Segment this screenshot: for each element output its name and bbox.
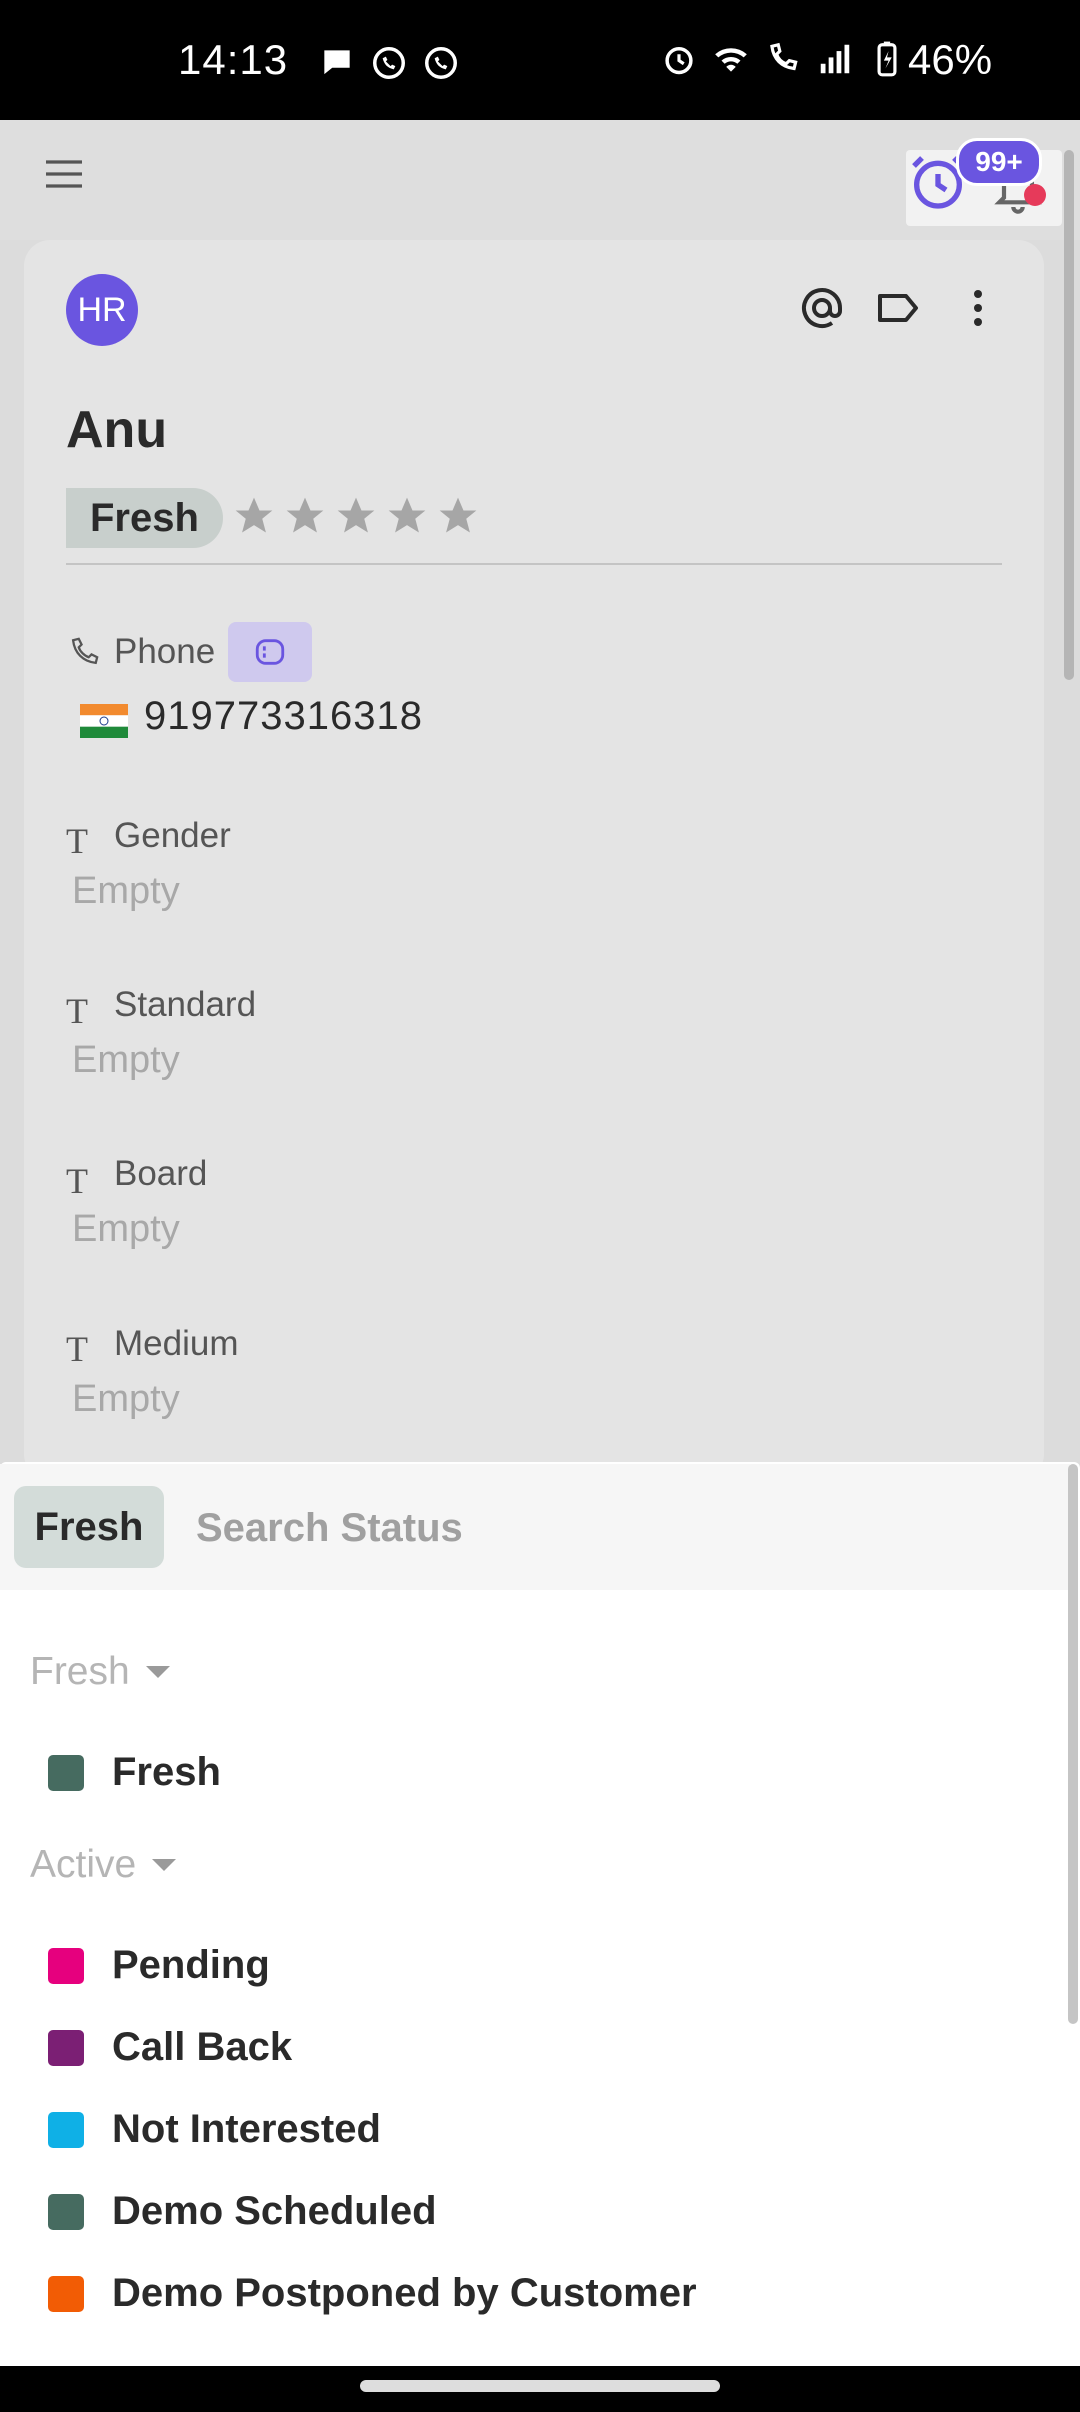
- phone-type-chip[interactable]: [228, 622, 312, 682]
- status-option-label: Demo Postponed by Customer: [112, 2271, 697, 2315]
- color-swatch: [48, 1754, 84, 1791]
- star-icon[interactable]: [385, 494, 429, 538]
- field-value-medium[interactable]: Empty: [72, 1378, 180, 1421]
- color-swatch: [48, 2275, 84, 2312]
- battery-level: 46%: [908, 36, 993, 83]
- status-option-label: Demo Scheduled: [112, 2189, 437, 2233]
- color-swatch: [48, 2193, 84, 2230]
- home-gesture-handle[interactable]: [360, 2380, 720, 2392]
- rating-stars[interactable]: [232, 494, 480, 538]
- wifi-icon: [715, 48, 747, 72]
- text-field-icon: T: [66, 1161, 88, 1201]
- contact-name: Anu: [66, 401, 168, 459]
- hamburger-menu-icon[interactable]: [40, 150, 88, 198]
- selected-status-chip[interactable]: Fresh: [14, 1486, 164, 1568]
- call-icon: [770, 42, 798, 71]
- color-swatch: [48, 2111, 84, 2148]
- caret-down-icon: [145, 1666, 170, 1678]
- status-option-label: Pending: [112, 1943, 270, 1987]
- phone-label: Phone: [114, 632, 216, 671]
- status-option[interactable]: Demo Scheduled: [48, 2189, 437, 2234]
- whatsapp-icon: [373, 47, 405, 79]
- text-field-icon: T: [66, 1329, 88, 1369]
- notification-count-badge: 99+: [956, 138, 1042, 186]
- field-label-standard: Standard: [114, 985, 257, 1024]
- battery-charging-icon: [877, 41, 897, 77]
- star-icon[interactable]: [334, 494, 378, 538]
- tag-icon[interactable]: [874, 284, 922, 332]
- id-card-icon: [255, 639, 285, 665]
- status-option[interactable]: Demo Postponed by Customer: [48, 2271, 697, 2316]
- group-header-active[interactable]: Active: [30, 1843, 177, 1887]
- sheet-scrollbar[interactable]: [1068, 1464, 1078, 2024]
- alarm-icon: [665, 46, 693, 75]
- signal-icon: [820, 44, 850, 74]
- field-value-gender[interactable]: Empty: [72, 870, 180, 913]
- star-icon[interactable]: [436, 494, 480, 538]
- group-header-fresh[interactable]: Fresh: [30, 1650, 170, 1694]
- text-field-icon: T: [66, 821, 88, 861]
- divider: [66, 563, 1002, 565]
- status-bar: 14:13 46%: [0, 0, 1080, 120]
- field-label-gender: Gender: [114, 816, 231, 855]
- mention-icon[interactable]: [798, 284, 846, 332]
- phone-number[interactable]: 919773316318: [144, 694, 423, 739]
- caret-down-icon: [152, 1859, 177, 1871]
- status-option-label: Call Back: [112, 2025, 293, 2069]
- voip-icon: [425, 47, 457, 79]
- field-value-board[interactable]: Empty: [72, 1208, 180, 1251]
- status-search-input[interactable]: [194, 1494, 1038, 1562]
- clock: 14:13: [178, 36, 289, 83]
- group-name: Fresh: [30, 1650, 130, 1693]
- text-field-icon: T: [66, 991, 88, 1031]
- field-label-medium: Medium: [114, 1324, 239, 1363]
- star-icon[interactable]: [283, 494, 327, 538]
- phone-icon: [71, 637, 99, 665]
- star-icon[interactable]: [232, 494, 276, 538]
- status-option-label: Fresh: [112, 1750, 221, 1794]
- india-flag-icon: [80, 704, 128, 738]
- page-scrollbar[interactable]: [1064, 150, 1074, 680]
- more-vert-icon[interactable]: [954, 284, 1002, 332]
- status-badge[interactable]: Fresh: [66, 488, 223, 548]
- chat-bubble-icon: [324, 50, 350, 75]
- group-name: Active: [30, 1843, 137, 1886]
- avatar[interactable]: HR: [66, 274, 138, 346]
- color-swatch: [48, 2029, 84, 2066]
- status-option[interactable]: Fresh: [48, 1750, 221, 1795]
- contact-card: [24, 240, 1044, 1480]
- field-value-standard[interactable]: Empty: [72, 1039, 180, 1082]
- status-option[interactable]: Not Interested: [48, 2107, 381, 2152]
- field-label-board: Board: [114, 1154, 208, 1193]
- status-option[interactable]: Call Back: [48, 2025, 292, 2070]
- status-option-label: Not Interested: [112, 2107, 381, 2151]
- status-option[interactable]: Pending: [48, 1943, 270, 1988]
- unread-dot: [1024, 184, 1046, 206]
- color-swatch: [48, 1947, 84, 1984]
